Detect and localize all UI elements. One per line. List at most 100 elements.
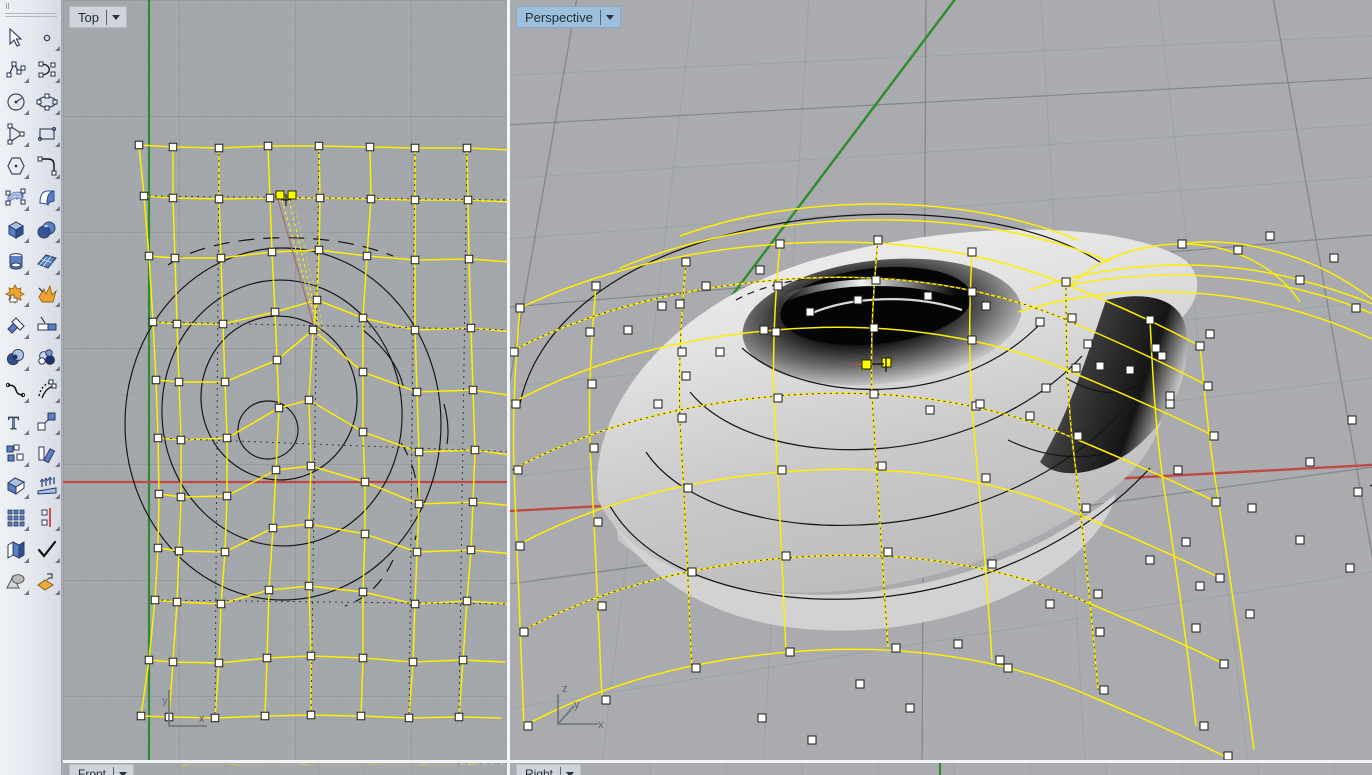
flyout-corner-icon[interactable] [55, 398, 60, 403]
toolbar-button-scale[interactable] [31, 406, 62, 438]
control-point[interactable] [1247, 503, 1257, 513]
control-point[interactable] [1219, 659, 1229, 669]
control-point[interactable] [220, 547, 230, 557]
control-point[interactable] [967, 335, 977, 345]
control-point[interactable] [677, 413, 687, 423]
control-point[interactable] [466, 323, 476, 333]
control-point[interactable] [470, 445, 480, 455]
control-point[interactable] [366, 194, 376, 204]
chevron-down-icon[interactable] [111, 14, 120, 20]
control-point[interactable] [925, 405, 935, 415]
control-point[interactable] [139, 191, 149, 201]
toolbar-button-bool-inter[interactable] [31, 342, 62, 374]
flyout-corner-icon[interactable] [55, 110, 60, 115]
control-point[interactable] [1177, 239, 1187, 249]
flyout-corner-icon[interactable] [24, 174, 29, 179]
flyout-corner-icon[interactable] [55, 238, 60, 243]
control-point[interactable] [683, 483, 693, 493]
flyout-corner-icon[interactable] [55, 558, 60, 563]
flyout-corner-icon[interactable] [24, 206, 29, 211]
toolbar-button-offset[interactable] [31, 374, 62, 406]
control-point[interactable] [1245, 609, 1255, 619]
control-point[interactable] [513, 465, 523, 475]
control-point[interactable] [687, 567, 697, 577]
control-point[interactable] [805, 307, 815, 317]
control-point[interactable] [1025, 411, 1035, 421]
control-point[interactable] [458, 655, 468, 665]
flyout-corner-icon[interactable] [24, 334, 29, 339]
control-point[interactable] [511, 399, 521, 409]
viewport-title-front[interactable]: Front [69, 764, 135, 775]
control-point[interactable] [306, 710, 316, 720]
control-point[interactable] [869, 389, 879, 399]
control-point[interactable] [1067, 313, 1077, 323]
flyout-corner-icon[interactable] [55, 174, 60, 179]
control-point[interactable] [587, 379, 597, 389]
toolbar-drag-handle[interactable] [2, 2, 60, 10]
toolbar-button-arc[interactable] [0, 118, 31, 150]
control-point[interactable] [785, 647, 795, 657]
control-point[interactable] [1195, 581, 1205, 591]
control-point[interactable] [358, 427, 368, 437]
control-point[interactable] [304, 581, 314, 591]
control-point[interactable] [1003, 663, 1013, 673]
flyout-corner-icon[interactable] [24, 366, 29, 371]
control-point[interactable] [214, 194, 224, 204]
control-point[interactable] [853, 295, 863, 305]
toolbar-button-split[interactable] [31, 310, 62, 342]
viewport-top[interactable]: Top y x [63, 0, 507, 760]
control-point[interactable] [271, 465, 281, 475]
control-point[interactable] [759, 325, 769, 335]
toolbar-button-polyline[interactable] [0, 54, 31, 86]
control-point[interactable] [1223, 751, 1233, 760]
chevron-down-icon[interactable] [119, 771, 128, 775]
control-point[interactable] [218, 319, 228, 329]
control-point[interactable] [358, 367, 368, 377]
control-point[interactable] [883, 547, 893, 557]
control-point[interactable] [306, 461, 316, 471]
viewport-title-right[interactable]: Right [516, 764, 582, 775]
control-point[interactable] [873, 235, 883, 245]
toolbar-button-circle[interactable] [0, 86, 31, 118]
toolbar-button-point[interactable] [31, 22, 62, 54]
control-point[interactable] [144, 251, 154, 261]
control-point[interactable] [410, 195, 420, 205]
control-point[interactable] [358, 587, 368, 597]
control-point[interactable] [308, 325, 318, 335]
control-point[interactable] [265, 193, 275, 203]
toolbar-button-copy[interactable] [0, 438, 31, 470]
control-point[interactable] [1345, 563, 1355, 573]
control-point[interactable] [154, 489, 164, 499]
viewport-title-top[interactable]: Top [69, 6, 127, 28]
flyout-corner-icon[interactable] [55, 526, 60, 531]
flyout-corner-icon[interactable] [24, 526, 29, 531]
control-point[interactable] [715, 347, 725, 357]
control-point[interactable] [1095, 361, 1105, 371]
control-point[interactable] [1081, 503, 1091, 513]
control-point[interactable] [981, 473, 991, 483]
toolbar-button-cplane[interactable] [0, 470, 31, 502]
control-point[interactable] [1173, 465, 1183, 475]
toolbar-button-rotate[interactable] [31, 438, 62, 470]
control-point[interactable] [953, 639, 963, 649]
control-point[interactable] [362, 251, 372, 261]
control-point[interactable] [412, 387, 422, 397]
control-point[interactable] [358, 313, 368, 323]
control-point[interactable] [771, 327, 781, 337]
toolbar-button-srf-extrude[interactable] [31, 182, 62, 214]
toolbar-button-bool-union[interactable] [0, 278, 31, 310]
control-point[interactable] [216, 253, 226, 263]
toolbar-button-trim[interactable] [0, 310, 31, 342]
control-point[interactable] [775, 239, 785, 249]
control-point[interactable] [975, 399, 985, 409]
flyout-corner-icon[interactable] [55, 334, 60, 339]
control-point[interactable] [1165, 399, 1175, 409]
control-point[interactable] [1073, 431, 1083, 441]
toolbar-button-explode[interactable] [31, 278, 62, 310]
control-point[interactable] [923, 291, 933, 301]
flyout-corner-icon[interactable] [55, 462, 60, 467]
control-point[interactable] [358, 653, 368, 663]
control-point[interactable] [1329, 253, 1339, 263]
control-point[interactable] [134, 140, 144, 150]
toolbar-button-cylinder[interactable] [0, 246, 31, 278]
